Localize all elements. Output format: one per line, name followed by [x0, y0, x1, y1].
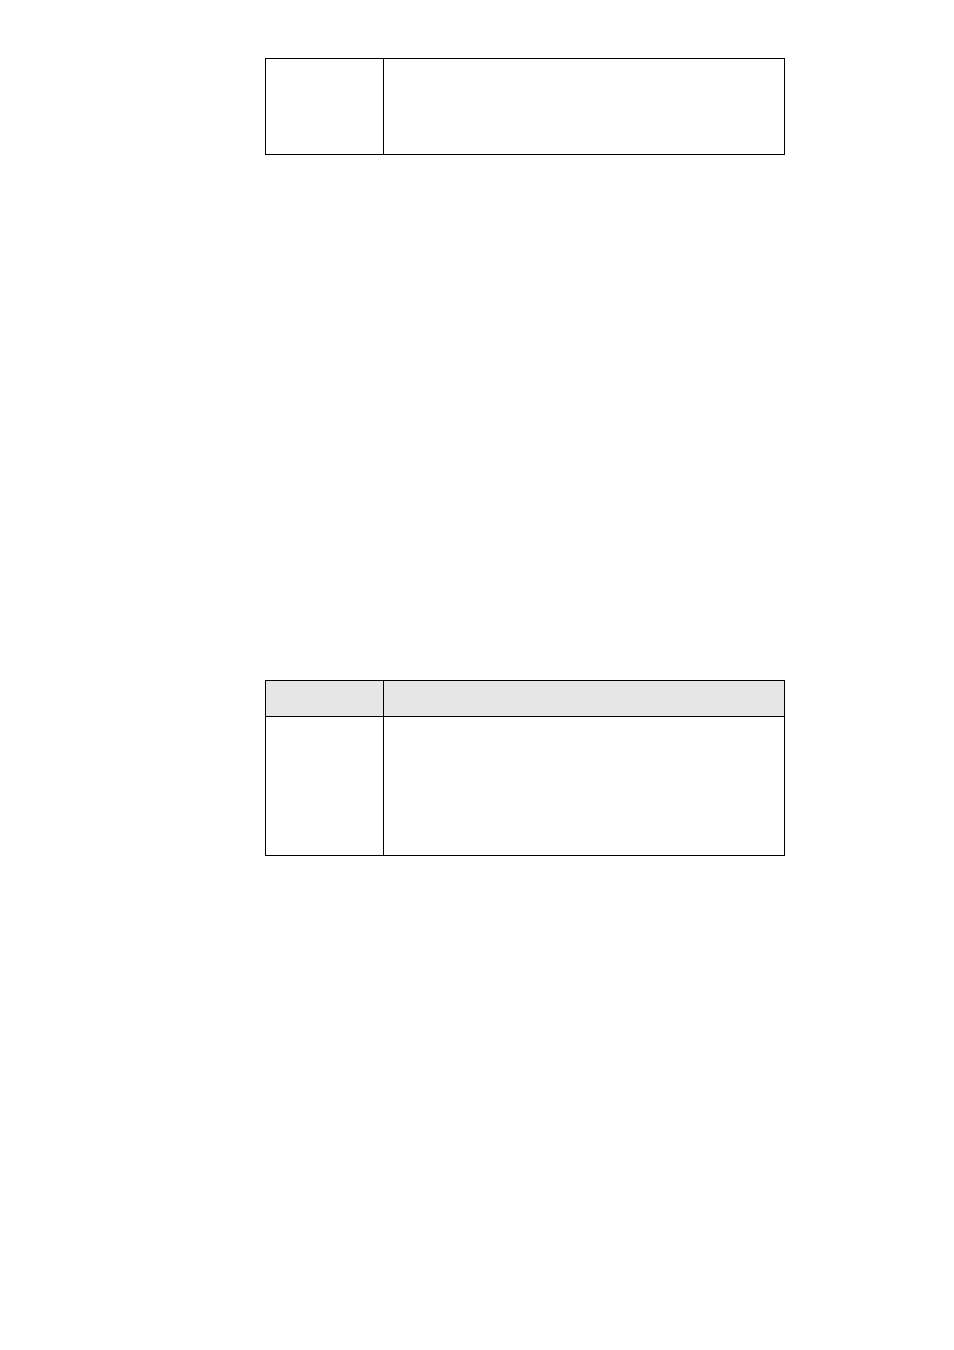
bottom-table-header — [266, 681, 784, 717]
bottom-table-body — [266, 717, 784, 855]
top-table-col2 — [384, 59, 784, 154]
top-table-col1 — [266, 59, 384, 154]
bottom-table-body-col1 — [266, 717, 384, 855]
bottom-table — [265, 680, 785, 856]
bottom-table-header-col2 — [384, 681, 784, 716]
top-table — [265, 58, 785, 155]
bottom-table-body-col2 — [384, 717, 784, 855]
bottom-table-header-col1 — [266, 681, 384, 716]
